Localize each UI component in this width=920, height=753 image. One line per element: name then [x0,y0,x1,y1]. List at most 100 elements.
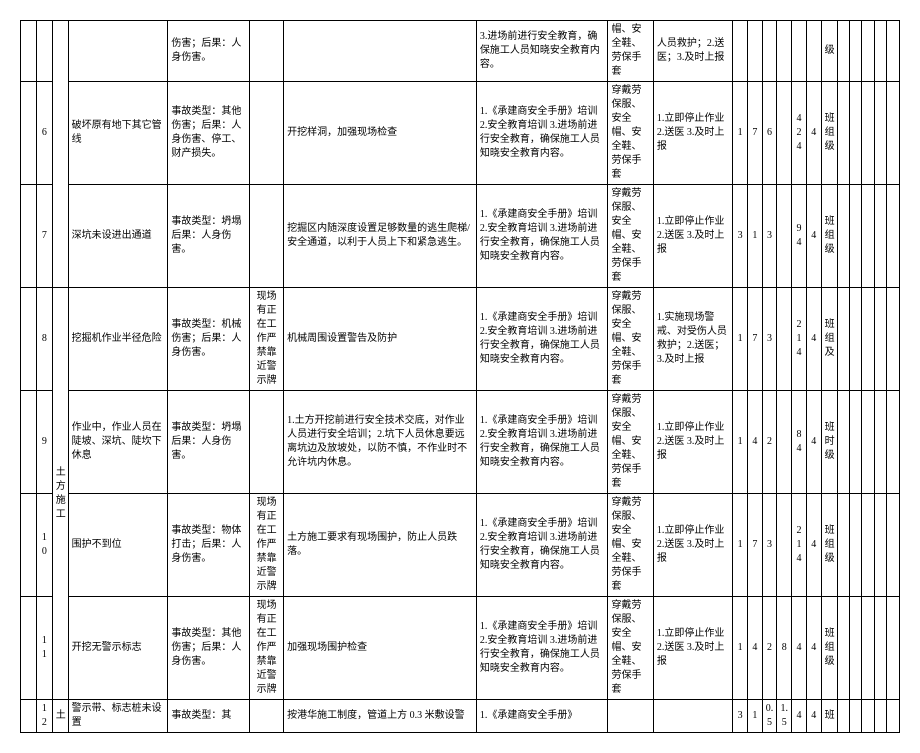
cell: 1 [733,597,748,700]
cell: 1.5 [777,700,792,733]
cell: 424 [792,82,807,185]
cell: 事故类型：坍塌 后果：人身伤害。 [168,185,250,288]
cell: 3.进场前进行安全教育，确保施工人员知晓安全教育内容。 [476,21,608,82]
cell [250,82,284,185]
cell: 1 [733,82,748,185]
cell [849,597,861,700]
cell: 土 [52,700,68,733]
cell: 1.《承建商安全手册》培训 2.安全教育培训 3.进场前进行安全教育，确保施工人… [476,391,608,494]
cell [874,185,886,288]
cell: 1.实施现场警戒、对受伤人员救护；2.送医；3.及时上报 [653,288,732,391]
cell: 2 [762,391,777,494]
cell: 1.《承建商安全手册》培训 2.安全教育培训 3.进场前进行安全教育，确保施工人… [476,494,608,597]
cell: 土方施工要求有现场围护，防止人员跌落。 [284,494,477,597]
cell [250,391,284,494]
cell: 挖掘机作业半径危险 [68,288,168,391]
cell: 2 [762,597,777,700]
cell [862,391,874,494]
cell: 班组级 [821,494,837,597]
cell [837,494,849,597]
cell [250,700,284,733]
cell [862,82,874,185]
cell: 开挖无警示标志 [68,597,168,700]
cell: 4 [806,185,821,288]
cell [887,21,900,82]
cell: 1.土方开挖前进行安全技术交底，对作业人员进行安全培训；2.坑下人员休息要远离坑… [284,391,477,494]
cell: 94 [792,185,807,288]
cell [792,21,807,82]
cell [874,391,886,494]
cell: 班时级 [821,391,837,494]
cell: 1.立即停止作业 2.送医 3.及时上报 [653,185,732,288]
cell [849,288,861,391]
cell: 6 [36,82,52,185]
cell: 1.立即停止作业 2.送医 3.及时上报 [653,82,732,185]
cell: 班组级 [821,82,837,185]
cell [837,21,849,82]
cell: 1 [747,185,762,288]
cell: 1 [733,494,748,597]
cell [733,21,748,82]
cell: 7 [747,288,762,391]
table-row: 伤害；后果：人身伤害。3.进场前进行安全教育，确保施工人员知晓安全教育内容。帽、… [21,21,900,82]
table-row: 11开挖无警示标志事故类型：其他伤害；后果：人身伤害。现场有正在工作严禁靠近警示… [21,597,900,700]
cell [874,21,886,82]
cell: 人员救护；2.送医；3.及时上报 [653,21,732,82]
cell [887,82,900,185]
cell: 事故类型：其 [168,700,250,733]
cell: 0.5 [762,700,777,733]
cell [874,82,886,185]
cell: 4 [792,597,807,700]
cell [21,391,37,494]
cell [837,700,849,733]
cell: 挖掘区内随深度设置足够数量的逃生爬梯/安全通道，以利于人员上下和紧急逃生。 [284,185,477,288]
table-row: 7深坑未设进出通道事故类型：坍塌 后果：人身伤害。挖掘区内随深度设置足够数量的逃… [21,185,900,288]
cell [874,494,886,597]
cell [837,185,849,288]
table-row: 6破坏原有地下其它管线事故类型：其他伤害；后果：人身伤害、停工、财产损失。开挖样… [21,82,900,185]
cell [862,288,874,391]
cell: 穿戴劳保服、安全帽、安全鞋、劳保手套 [608,597,653,700]
cell: 事故类型：其他伤害；后果：人身伤害。 [168,597,250,700]
cell: 4 [747,391,762,494]
table-row: 12土警示带、标志桩未设置事故类型：其按港华施工制度，管道上方 0.3 米敷设警… [21,700,900,733]
cell: 现场有正在工作严禁靠近警示牌 [250,494,284,597]
cell [777,494,792,597]
cell [21,700,37,733]
cell [21,494,37,597]
cell: 班 [821,700,837,733]
cell [806,21,821,82]
cell: 按港华施工制度，管道上方 0.3 米敷设警 [284,700,477,733]
cell: 4 [806,391,821,494]
cell: 1.《承建商安全手册》培训 2.安全教育培训 3.进场前进行安全教育，确保施工人… [476,185,608,288]
table-row: 8土方施工挖掘机作业半径危险事故类型：机械伤害；后果：人身伤害。现场有正在工作严… [21,288,900,391]
cell: 机械周围设置警告及防护 [284,288,477,391]
cell: 事故类型：机械伤害；后果：人身伤害。 [168,288,250,391]
cell: 帽、安全鞋、劳保手套 [608,21,653,82]
cell: 4 [806,494,821,597]
cell [874,288,886,391]
cell: 穿戴劳保服、安全帽、安全鞋、劳保手套 [608,82,653,185]
cell [777,391,792,494]
cell [849,21,861,82]
cell: 1.立即停止作业 2.送医 3.及时上报 [653,391,732,494]
cell: 1.立即停止作业 2.送医 3.及时上报 [653,494,732,597]
cell: 7 [36,185,52,288]
cell: 级 [821,21,837,82]
cell: 警示带、标志桩未设置 [68,700,168,733]
cell: 7 [747,494,762,597]
cell [250,185,284,288]
cell: 3 [733,185,748,288]
cell: 深坑未设进出通道 [68,185,168,288]
cell [887,391,900,494]
cell: 84 [792,391,807,494]
cell: 10 [36,494,52,597]
cell [52,21,68,288]
cell: 土方施工 [52,288,68,700]
cell [250,21,284,82]
cell [862,494,874,597]
cell [849,82,861,185]
cell: 作业中，作业人员在陡坡、深坑、陡坎下休息 [68,391,168,494]
cell: 事故类型：坍塌 后果：人身伤害。 [168,391,250,494]
cell: 穿戴劳保服、安全帽、安全鞋、劳保手套 [608,391,653,494]
